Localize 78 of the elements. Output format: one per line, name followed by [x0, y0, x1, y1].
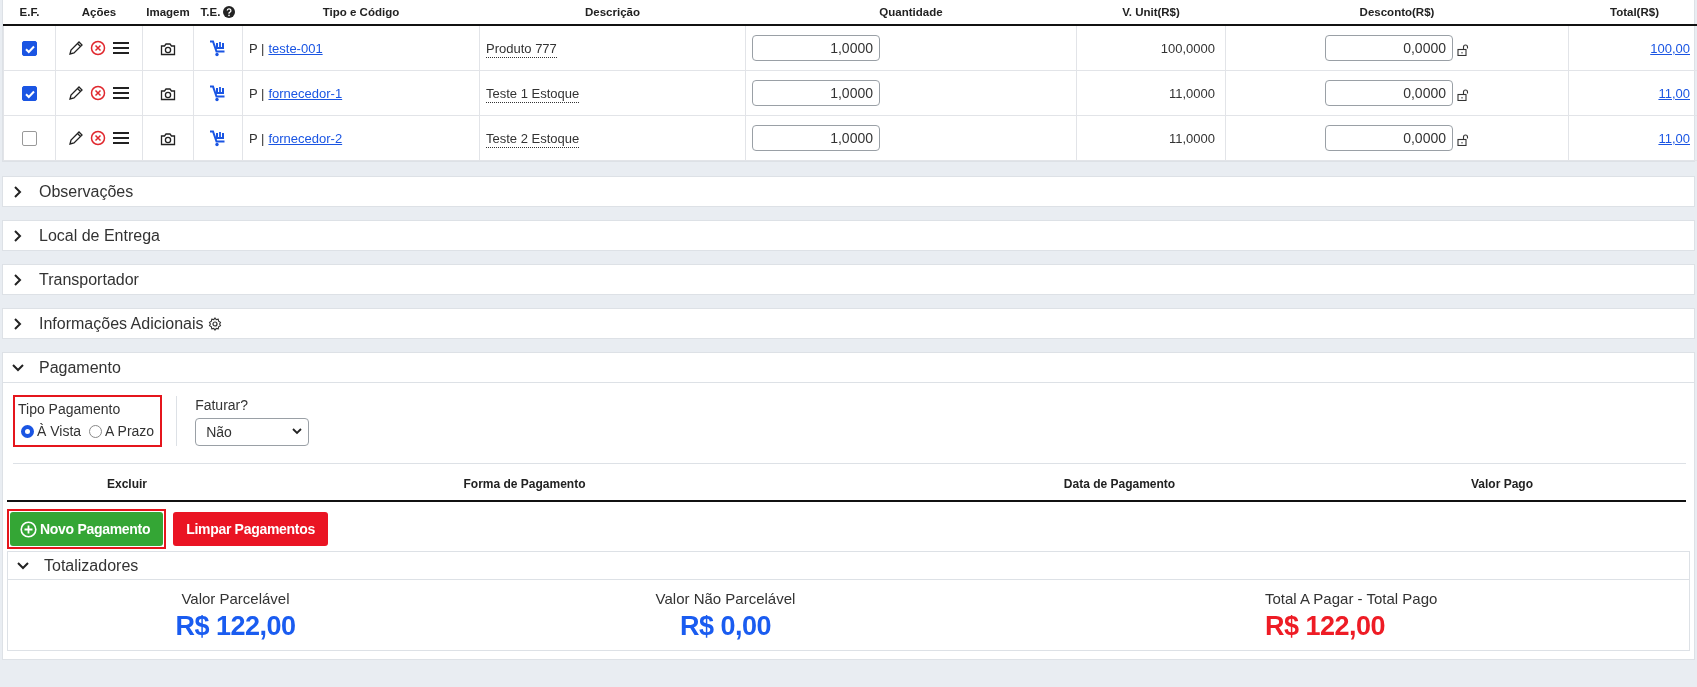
column-header: Excluir — [106, 477, 148, 491]
clear-payments-button[interactable]: Limpar Pagamentos — [173, 512, 328, 546]
pencil-icon[interactable] — [68, 85, 84, 102]
discount-field[interactable]: 0,0000 — [1325, 80, 1453, 106]
field-label: Faturar? — [195, 396, 250, 413]
section-title[interactable]: Observações — [39, 182, 134, 201]
column-header: V. Unit(R$) — [1122, 6, 1180, 18]
section-title[interactable]: Informações Adicionais — [39, 314, 204, 333]
settings-icon[interactable] — [207, 316, 222, 331]
column-header: Valor Pago — [1470, 477, 1534, 491]
cart-icon[interactable] — [209, 129, 227, 147]
total-value: R$ 122,00 — [1265, 611, 1386, 642]
unit-value-text: 100,0000 — [1160, 40, 1215, 56]
camera-icon[interactable] — [160, 131, 176, 146]
quantity-field[interactable]: 1,0000 — [752, 80, 880, 106]
cart-icon[interactable] — [209, 39, 227, 57]
unlock-icon[interactable] — [1457, 43, 1469, 56]
column-header: Quantidade — [879, 6, 943, 18]
discount-field[interactable]: 0,0000 — [1325, 125, 1453, 151]
total-link[interactable]: 100,00 — [1650, 40, 1690, 56]
type-text: P | — [249, 40, 265, 56]
total-label: Valor Parcelável — [181, 590, 290, 607]
quantity-field[interactable]: 1,0000 — [752, 35, 880, 61]
radio-option[interactable]: À Vista — [21, 423, 82, 439]
type-text: P | — [249, 85, 265, 101]
column-header: Tipo e Código — [322, 6, 400, 18]
remove-icon[interactable] — [90, 40, 106, 57]
total-label: Valor Não Parcelável — [655, 590, 796, 607]
column-header: Desconto(R$) — [1359, 6, 1435, 18]
section-title[interactable]: Transportador — [39, 270, 139, 289]
column-header: Descrição — [585, 6, 640, 18]
total-link[interactable]: 11,00 — [1658, 85, 1690, 101]
total-label: Total A Pagar - Total Pago — [1265, 590, 1438, 607]
invoice-dropdown[interactable]: Não — [195, 417, 310, 446]
checkbox[interactable] — [22, 86, 37, 102]
plus-circle-icon — [20, 520, 37, 538]
column-header: Ações — [81, 6, 117, 18]
section-title[interactable]: Pagamento — [39, 358, 121, 377]
column-header: E.F. — [19, 6, 40, 18]
column-header: Total(R$) — [1610, 6, 1659, 18]
column-header: Imagem — [146, 6, 190, 18]
checkbox[interactable] — [22, 131, 37, 147]
section-title[interactable]: Local de Entrega — [39, 226, 160, 245]
cart-icon[interactable] — [209, 84, 227, 102]
discount-field[interactable]: 0,0000 — [1325, 35, 1453, 61]
code-link[interactable]: fornecedor-2 — [268, 130, 343, 146]
description-text: Teste 2 Estoque — [486, 130, 580, 148]
menu-icon[interactable] — [112, 130, 130, 147]
pencil-icon[interactable] — [68, 40, 84, 57]
code-link[interactable]: fornecedor-1 — [268, 85, 343, 101]
total-value: R$ 0,00 — [679, 611, 772, 642]
unlock-icon[interactable] — [1457, 88, 1469, 101]
total-link[interactable]: 11,00 — [1658, 130, 1690, 146]
caret-icon — [292, 428, 303, 435]
section-title[interactable]: Totalizadores — [44, 556, 139, 575]
camera-icon[interactable] — [160, 41, 176, 56]
column-header: Forma de Pagamento — [462, 477, 587, 491]
menu-icon[interactable] — [112, 40, 130, 57]
menu-icon[interactable] — [112, 85, 130, 102]
field-label: Tipo Pagamento — [18, 401, 122, 417]
remove-icon[interactable] — [90, 130, 106, 147]
radio-option[interactable]: A Prazo — [89, 423, 155, 439]
column-header: T.E. — [200, 6, 221, 18]
camera-icon[interactable] — [160, 86, 176, 101]
total-value: R$ 122,00 — [175, 611, 296, 642]
type-text: P | — [249, 130, 265, 146]
code-link[interactable]: teste-001 — [268, 40, 323, 56]
description-text: Teste 1 Estoque — [486, 85, 580, 103]
help-icon[interactable] — [223, 6, 236, 18]
unit-value-text: 11,0000 — [1168, 85, 1215, 101]
unlock-icon[interactable] — [1457, 133, 1469, 146]
column-header: Data de Pagamento — [1062, 477, 1177, 491]
quantity-field[interactable]: 1,0000 — [752, 125, 880, 151]
remove-icon[interactable] — [90, 85, 106, 102]
checkbox[interactable] — [22, 41, 37, 57]
description-text: Produto 777 — [486, 40, 557, 58]
unit-value-text: 11,0000 — [1168, 130, 1215, 146]
pencil-icon[interactable] — [68, 130, 84, 147]
